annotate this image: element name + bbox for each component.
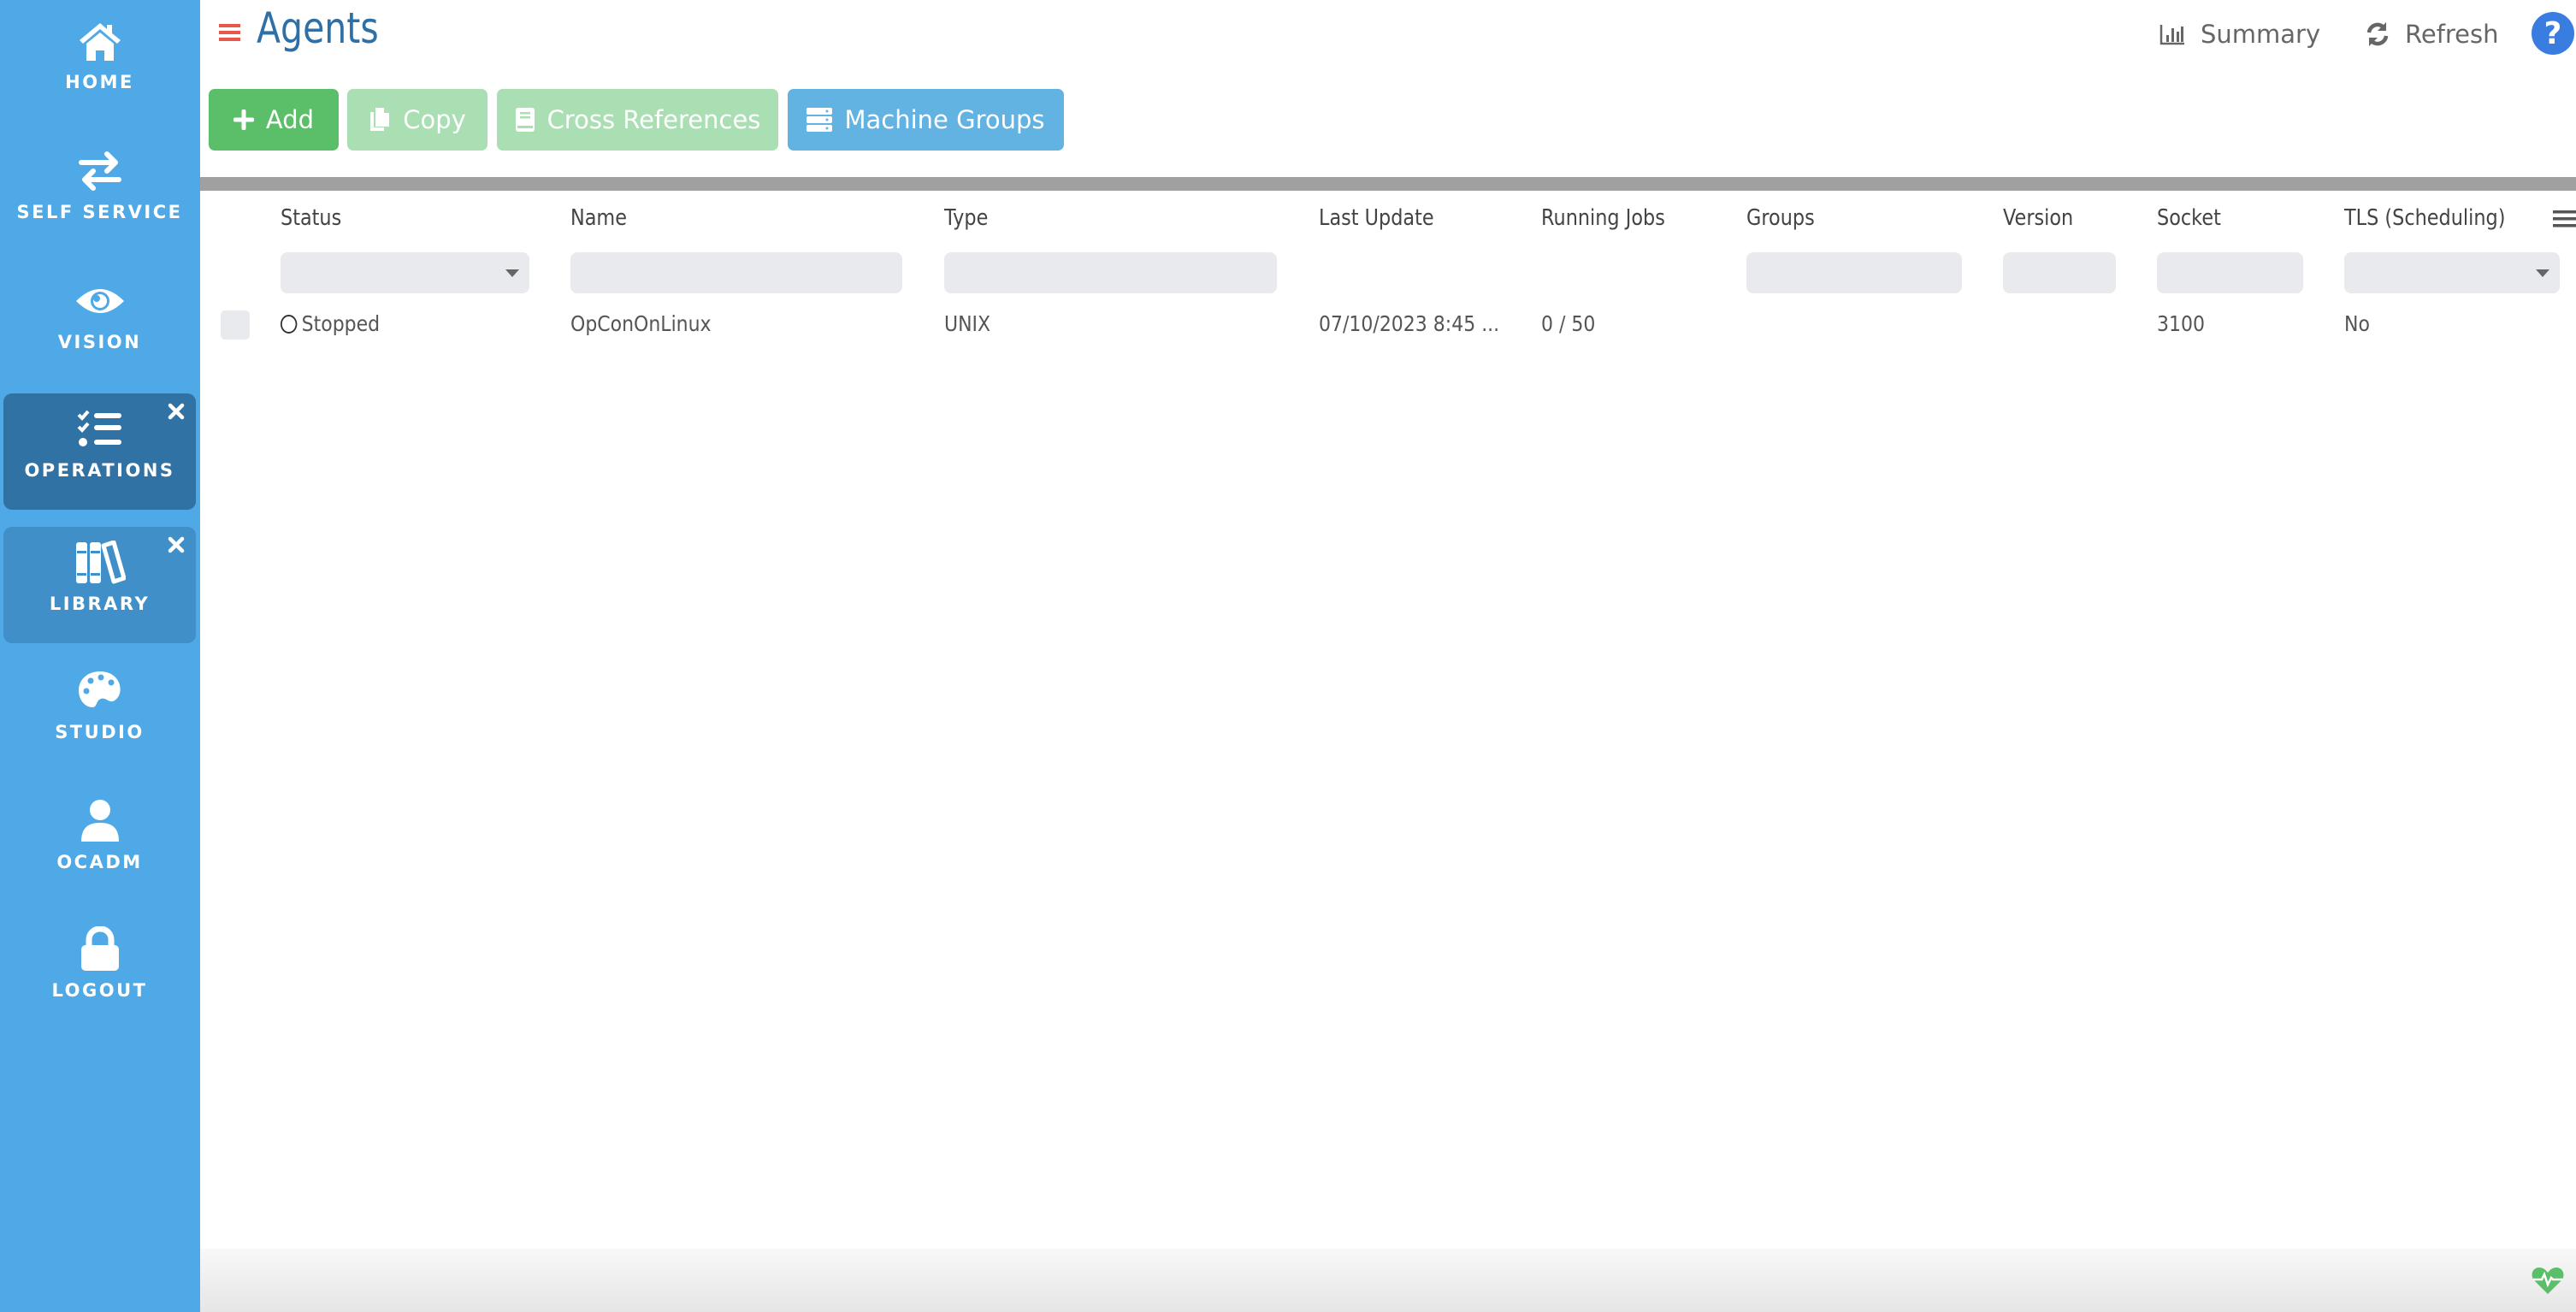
palette-icon xyxy=(3,667,196,715)
add-label: Add xyxy=(265,105,315,134)
sidebar-item-label: SELF SERVICE xyxy=(16,202,183,222)
sidebar-item-label: OPERATIONS xyxy=(24,460,175,481)
close-icon[interactable] xyxy=(167,535,186,554)
sidebar-item-label: OCADM xyxy=(56,852,143,872)
column-header-type[interactable]: Type xyxy=(944,205,988,231)
help-button[interactable]: ? xyxy=(2532,12,2574,55)
exchange-icon xyxy=(3,147,196,195)
sidebar-item-ocadm[interactable]: OCADM xyxy=(3,785,196,901)
column-header-status[interactable]: Status xyxy=(281,205,341,231)
footer xyxy=(200,1249,2576,1312)
cross-references-label: Cross References xyxy=(547,105,761,134)
copy-label: Copy xyxy=(403,105,466,134)
sidebar-item-label: LOGOUT xyxy=(51,980,148,1001)
column-menu-icon[interactable] xyxy=(2553,209,2576,229)
health-heartbeat-icon[interactable] xyxy=(2532,1266,2564,1295)
plus-icon xyxy=(233,109,254,130)
sidebar-item-self-service[interactable]: SELF SERVICE xyxy=(3,135,196,251)
name-cell: OpConOnLinux xyxy=(570,311,712,336)
column-header-tls[interactable]: TLS (Scheduling) xyxy=(2344,205,2505,231)
column-header-last-update[interactable]: Last Update xyxy=(1319,205,1434,231)
book-icon xyxy=(515,108,535,132)
summary-label: Summary xyxy=(2201,20,2321,49)
bar-chart-icon xyxy=(2159,25,2184,45)
sidebar-item-home[interactable]: HOME xyxy=(3,5,196,121)
chevron-down-icon xyxy=(2536,269,2549,277)
sidebar: HOME SELF SERVICE VISION OPERATIONS LIBR… xyxy=(0,0,200,1312)
row-checkbox[interactable] xyxy=(221,310,250,340)
machine-groups-button[interactable]: Machine Groups xyxy=(788,89,1064,151)
sidebar-item-operations[interactable]: OPERATIONS xyxy=(3,393,196,510)
socket-filter-input[interactable] xyxy=(2157,252,2303,293)
lock-icon xyxy=(3,925,196,973)
home-icon xyxy=(3,17,196,65)
sidebar-item-label: VISION xyxy=(57,332,142,352)
sidebar-item-logout[interactable]: LOGOUT xyxy=(3,913,196,1030)
column-header-socket[interactable]: Socket xyxy=(2157,205,2221,231)
last-update-cell: 07/10/2023 8:45 ... xyxy=(1319,311,1500,336)
copy-icon xyxy=(370,108,390,131)
page-title: Agents xyxy=(257,3,379,53)
cross-references-button[interactable]: Cross References xyxy=(497,89,778,151)
column-header-version[interactable]: Version xyxy=(2003,205,2073,231)
sidebar-item-label: LIBRARY xyxy=(49,594,151,614)
sidebar-item-label: HOME xyxy=(65,72,134,92)
status-filter-select[interactable] xyxy=(281,252,529,293)
running-jobs-cell: 0 / 50 xyxy=(1541,311,1596,336)
type-filter-input[interactable] xyxy=(944,252,1277,293)
add-button[interactable]: Add xyxy=(209,89,339,151)
server-icon xyxy=(806,108,833,132)
type-cell: UNIX xyxy=(944,311,991,336)
column-header-groups[interactable]: Groups xyxy=(1746,205,1815,231)
socket-cell: 3100 xyxy=(2157,311,2205,336)
tls-filter-select[interactable] xyxy=(2344,252,2560,293)
sidebar-item-library[interactable]: LIBRARY xyxy=(3,527,196,643)
question-icon: ? xyxy=(2544,15,2562,51)
refresh-button[interactable]: Refresh xyxy=(2366,15,2499,53)
version-filter-input[interactable] xyxy=(2003,252,2116,293)
copy-button[interactable]: Copy xyxy=(347,89,487,151)
tls-cell: No xyxy=(2344,311,2370,336)
sidebar-item-vision[interactable]: VISION xyxy=(3,265,196,381)
chevron-down-icon xyxy=(505,269,519,277)
name-filter-input[interactable] xyxy=(570,252,902,293)
column-header-name[interactable]: Name xyxy=(570,205,627,231)
summary-button[interactable]: Summary xyxy=(2159,15,2320,53)
eye-icon xyxy=(3,277,196,325)
machine-groups-label: Machine Groups xyxy=(844,105,1045,134)
groups-filter-input[interactable] xyxy=(1746,252,1962,293)
column-header-running-jobs[interactable]: Running Jobs xyxy=(1541,205,1665,231)
user-icon xyxy=(3,797,196,845)
refresh-icon xyxy=(2366,22,2389,46)
sidebar-item-label: STUDIO xyxy=(55,722,145,742)
close-icon[interactable] xyxy=(167,402,186,421)
grid-header-bar xyxy=(200,177,2576,191)
hamburger-menu-icon[interactable] xyxy=(219,22,240,43)
status-cell: Stopped xyxy=(281,311,380,336)
refresh-label: Refresh xyxy=(2405,20,2499,49)
stopped-status-icon xyxy=(281,315,298,334)
sidebar-item-studio[interactable]: STUDIO xyxy=(3,655,196,771)
status-text: Stopped xyxy=(301,311,381,336)
